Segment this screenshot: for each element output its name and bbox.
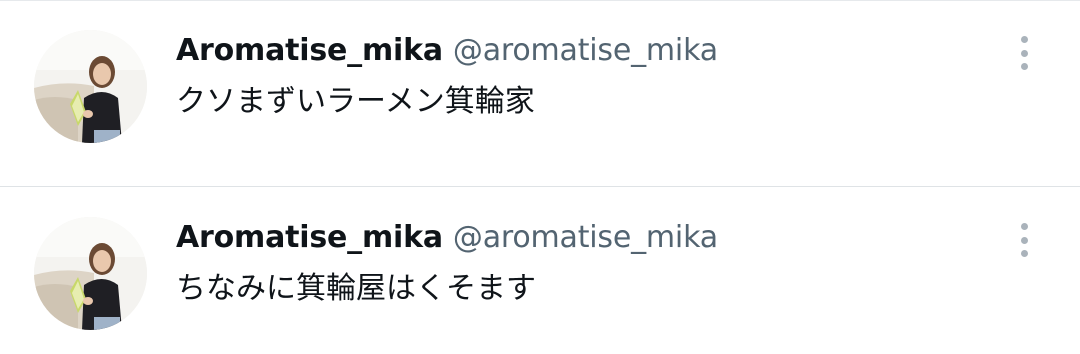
post-text: クソまずいラーメン箕輪家 [176, 84, 535, 119]
user-handle[interactable]: @aromatise_mika [453, 220, 718, 255]
avatar[interactable] [34, 30, 147, 143]
post[interactable]: Aromatise_mika @aromatise_mika クソまずいラーメン箕… [0, 0, 1080, 186]
post[interactable]: Aromatise_mika @aromatise_mika ちなみに箕輪屋はくそ… [0, 187, 1080, 354]
display-name[interactable]: Aromatise_mika [176, 220, 443, 255]
user-handle[interactable]: @aromatise_mika [453, 33, 718, 68]
display-name[interactable]: Aromatise_mika [176, 33, 443, 68]
profile-photo-icon [34, 217, 147, 330]
more-dot [1020, 236, 1028, 244]
avatar[interactable] [34, 217, 147, 330]
more-vertical-icon[interactable] [1014, 223, 1034, 257]
more-dot [1020, 36, 1028, 43]
post-text: ちなみに箕輪屋はくそます [176, 271, 536, 306]
more-dot [1020, 49, 1028, 57]
more-dot [1020, 250, 1028, 257]
profile-photo-icon [34, 30, 147, 143]
more-vertical-icon[interactable] [1014, 36, 1034, 70]
timeline-feed: Aromatise_mika @aromatise_mika クソまずいラーメン箕… [0, 0, 1080, 354]
more-dot [1020, 63, 1028, 70]
post-header: Aromatise_mika @aromatise_mika [176, 221, 718, 255]
post-header: Aromatise_mika @aromatise_mika [176, 34, 718, 68]
more-dot [1020, 223, 1028, 230]
